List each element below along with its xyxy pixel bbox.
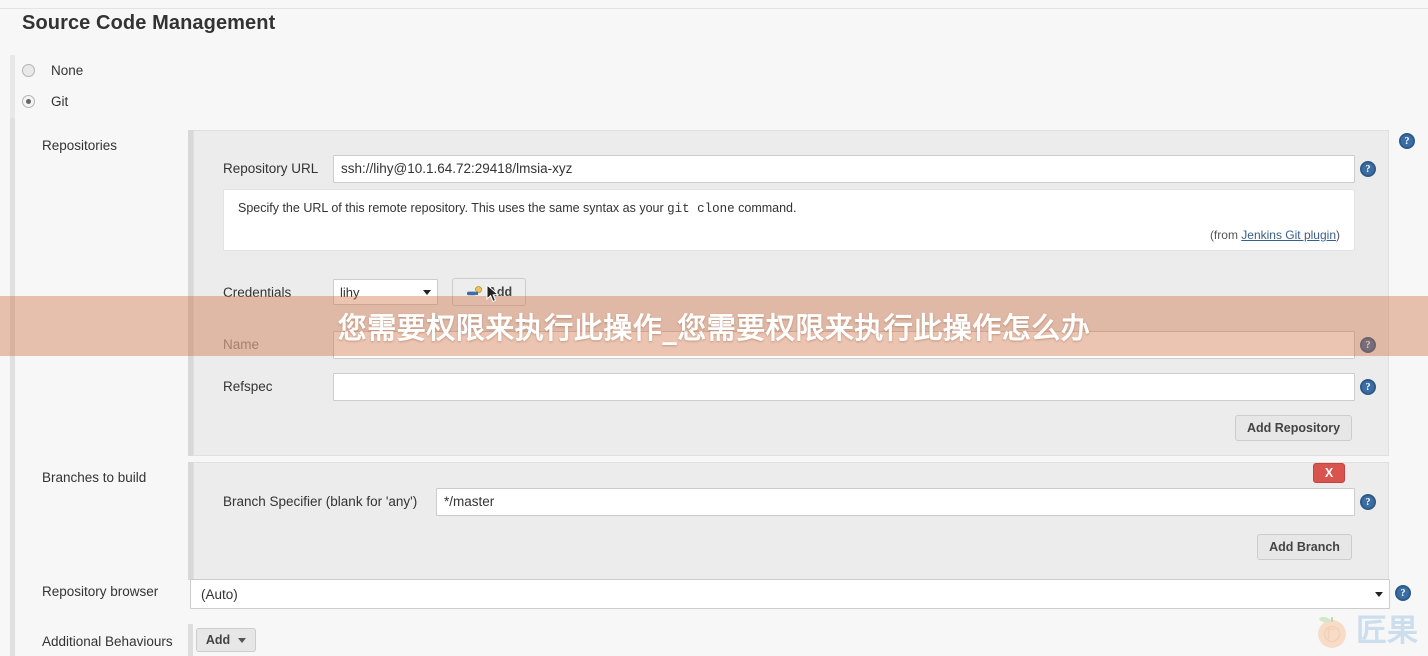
branches-panel bbox=[193, 462, 1389, 580]
from-prefix: (from bbox=[1209, 228, 1242, 242]
add-credentials-button[interactable]: Add bbox=[452, 278, 526, 306]
help-text-code: git clone bbox=[667, 202, 735, 216]
radio-none-icon[interactable] bbox=[22, 64, 35, 77]
credentials-label: Credentials bbox=[223, 285, 292, 300]
branch-specifier-label: Branch Specifier (blank for 'any') bbox=[223, 494, 418, 509]
radio-row-none[interactable]: None bbox=[22, 63, 83, 78]
repository-browser-help-icon[interactable]: ? bbox=[1395, 585, 1411, 601]
radio-git-label: Git bbox=[51, 94, 69, 109]
top-divider bbox=[0, 8, 1428, 9]
jenkins-git-plugin-link[interactable]: Jenkins Git plugin bbox=[1241, 228, 1336, 242]
repository-browser-select[interactable]: (Auto) bbox=[190, 579, 1390, 609]
git-section: Repositories Repository URL ? Specify th… bbox=[15, 118, 1428, 656]
repository-browser-label: Repository browser bbox=[42, 584, 159, 599]
page-title: Source Code Management bbox=[22, 12, 276, 34]
add-branch-button[interactable]: Add Branch bbox=[1257, 534, 1352, 560]
repositories-section-help-icon[interactable]: ? bbox=[1399, 133, 1415, 149]
repository-url-help-box: Specify the URL of this remote repositor… bbox=[223, 189, 1355, 251]
refspec-label: Refspec bbox=[223, 379, 273, 394]
help-text-part-1: Specify the URL of this remote repositor… bbox=[238, 201, 668, 215]
add-behaviour-button[interactable]: Add bbox=[196, 628, 256, 652]
branch-specifier-input[interactable] bbox=[436, 488, 1355, 516]
chevron-down-icon bbox=[1375, 591, 1383, 597]
scm-configuration-page: Source Code Management None Git Reposito… bbox=[0, 0, 1428, 656]
credentials-select[interactable]: lihy bbox=[333, 279, 438, 305]
radio-git-icon[interactable] bbox=[22, 95, 35, 108]
refspec-input[interactable] bbox=[333, 373, 1355, 401]
delete-branch-button[interactable]: X bbox=[1313, 463, 1345, 483]
repository-url-help-text: Specify the URL of this remote repositor… bbox=[238, 201, 796, 216]
repository-browser-value: (Auto) bbox=[201, 586, 238, 602]
radio-none-label: None bbox=[51, 63, 84, 78]
help-source-attribution: (from Jenkins Git plugin) bbox=[1210, 228, 1340, 242]
add-repository-button[interactable]: Add Repository bbox=[1235, 415, 1352, 441]
additional-behaviours-stripe bbox=[188, 624, 193, 656]
credentials-select-value: lihy bbox=[340, 284, 360, 300]
caret-down-icon bbox=[238, 637, 247, 643]
branch-specifier-help-icon[interactable]: ? bbox=[1360, 494, 1376, 510]
repository-url-label: Repository URL bbox=[223, 161, 319, 176]
from-suffix: ) bbox=[1336, 228, 1340, 242]
radio-row-git[interactable]: Git bbox=[22, 94, 68, 109]
repository-url-input[interactable] bbox=[333, 155, 1355, 183]
add-behaviour-label: Add bbox=[205, 633, 231, 647]
branches-to-build-label: Branches to build bbox=[42, 470, 147, 485]
repositories-label: Repositories bbox=[42, 138, 118, 153]
key-icon bbox=[466, 286, 482, 296]
add-credentials-label: Add bbox=[487, 285, 513, 299]
name-input[interactable] bbox=[333, 331, 1355, 359]
name-label: Name bbox=[223, 337, 260, 352]
refspec-help-icon[interactable]: ? bbox=[1360, 379, 1376, 395]
name-help-icon[interactable]: ? bbox=[1360, 337, 1376, 353]
chevron-down-icon bbox=[423, 289, 431, 295]
repository-url-help-icon[interactable]: ? bbox=[1360, 161, 1376, 177]
additional-behaviours-label: Additional Behaviours bbox=[42, 634, 173, 649]
help-text-part-2: command. bbox=[734, 201, 797, 215]
